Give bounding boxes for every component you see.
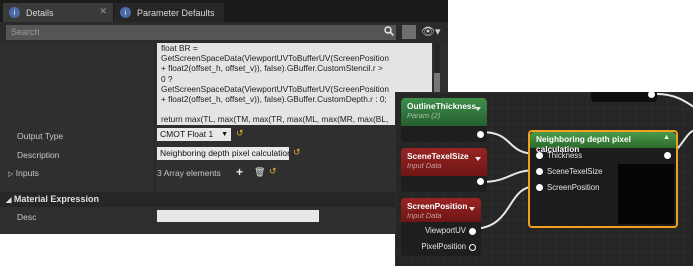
output-type-dropdown[interactable]: CMOT Float 1 ▼ — [157, 128, 231, 141]
node-title: ScreenPosition — [407, 201, 468, 211]
pin-label-screenposition: ScreenPosition — [547, 183, 600, 192]
chevron-down-icon[interactable] — [475, 157, 481, 161]
outline-thickness-node[interactable]: OutlineThickness Param (2) — [401, 98, 487, 142]
expand-arrow-icon[interactable]: ▷ — [8, 171, 13, 178]
output-pin[interactable] — [477, 131, 484, 138]
view-options-eye-icon[interactable]: 👁▾ — [421, 25, 443, 39]
input-pin[interactable] — [536, 168, 543, 175]
material-graph-canvas[interactable]: OutlineThickness Param (2) SceneTexelSiz… — [395, 92, 693, 266]
input-pin[interactable] — [536, 184, 543, 191]
collapse-arrow-icon[interactable]: ▲ — [663, 134, 670, 141]
tab-parameter-defaults[interactable]: i Parameter Defaults — [114, 3, 224, 22]
pin-label-scenetexelsize: SceneTexelSize — [547, 167, 603, 176]
node-header: Neighboring depth pixel calculation ▲ — [530, 132, 676, 154]
inputs-label-row[interactable]: ▷ Inputs — [8, 168, 39, 178]
close-icon[interactable]: ✕ — [99, 6, 107, 17]
scene-texel-size-node[interactable]: SceneTexelSize Input Data — [401, 148, 487, 192]
info-icon: i — [9, 7, 20, 18]
section-title: Material Expression — [13, 194, 99, 204]
node-header: OutlineThickness Param (2) — [401, 98, 487, 126]
column-divider — [154, 43, 155, 193]
trash-icon[interactable]: 🗑 — [254, 167, 265, 178]
description-label: Description — [17, 150, 60, 160]
desc-input[interactable] — [157, 210, 319, 222]
reset-to-default-icon[interactable]: ↺ — [293, 147, 301, 158]
tab-details[interactable]: i Details ✕ — [3, 3, 113, 22]
search-input[interactable]: Search — [6, 25, 396, 40]
search-icon[interactable] — [384, 26, 394, 36]
output-type-value: CMOT Float 1 — [160, 129, 214, 139]
node-header: ScreenPosition Input Data — [401, 198, 481, 222]
info-icon: i — [120, 7, 131, 18]
output-pin[interactable] — [469, 228, 476, 235]
collapse-arrow-icon: ◢ — [6, 197, 12, 204]
node-subtitle: Input Data — [407, 161, 442, 170]
node-title: OutlineThickness — [407, 101, 477, 111]
chevron-down-icon[interactable] — [469, 207, 475, 211]
reset-to-default-icon[interactable]: ↺ — [269, 166, 277, 177]
code-textbox[interactable]: float BR = GetScreenSpaceData(ViewportUV… — [157, 43, 432, 125]
node-header: SceneTexelSize Input Data — [401, 148, 487, 176]
inputs-label: Inputs — [15, 168, 39, 178]
screen-position-node[interactable]: ScreenPosition Input Data ViewportUV Pix… — [401, 198, 481, 256]
description-field[interactable]: Neighboring depth pixel calculation — [157, 147, 289, 160]
details-panel: i Details ✕ i Parameter Defaults Search … — [0, 0, 448, 234]
search-row: Search 👁▾ — [0, 22, 448, 43]
node-subtitle: Param (2) — [407, 111, 441, 120]
pin-label-pixelposition: PixelPosition — [421, 242, 466, 251]
node-subtitle: Input Data — [407, 211, 442, 220]
tab-label: Parameter Defaults — [137, 7, 215, 18]
material-expression-section[interactable]: ◢ Material Expression — [0, 192, 448, 207]
property-matrix-icon[interactable] — [402, 25, 416, 39]
pin-label-viewportuv: ViewportUV — [424, 226, 466, 235]
chevron-down-icon: ▼ — [221, 131, 228, 138]
add-element-icon[interactable]: + — [236, 165, 243, 179]
pin-label-thickness: Thickness — [547, 151, 583, 160]
chevron-down-icon[interactable] — [475, 107, 481, 111]
output-type-label: Output Type — [17, 131, 64, 141]
tab-bar: i Details ✕ i Parameter Defaults — [0, 0, 448, 22]
inputs-count: 3 Array elements — [157, 168, 221, 178]
desc-label: Desc — [17, 212, 37, 222]
output-pin[interactable] — [664, 152, 671, 159]
node-title: SceneTexelSize — [407, 151, 469, 161]
input-pin[interactable] — [536, 152, 543, 159]
output-pin[interactable] — [477, 178, 484, 185]
custom-expression-node[interactable]: Neighboring depth pixel calculation ▲ Th… — [528, 130, 678, 228]
tab-label: Details — [26, 7, 54, 18]
reset-to-default-icon[interactable]: ↺ — [236, 128, 244, 139]
node-preview — [618, 164, 674, 224]
output-pin[interactable] — [469, 244, 476, 251]
